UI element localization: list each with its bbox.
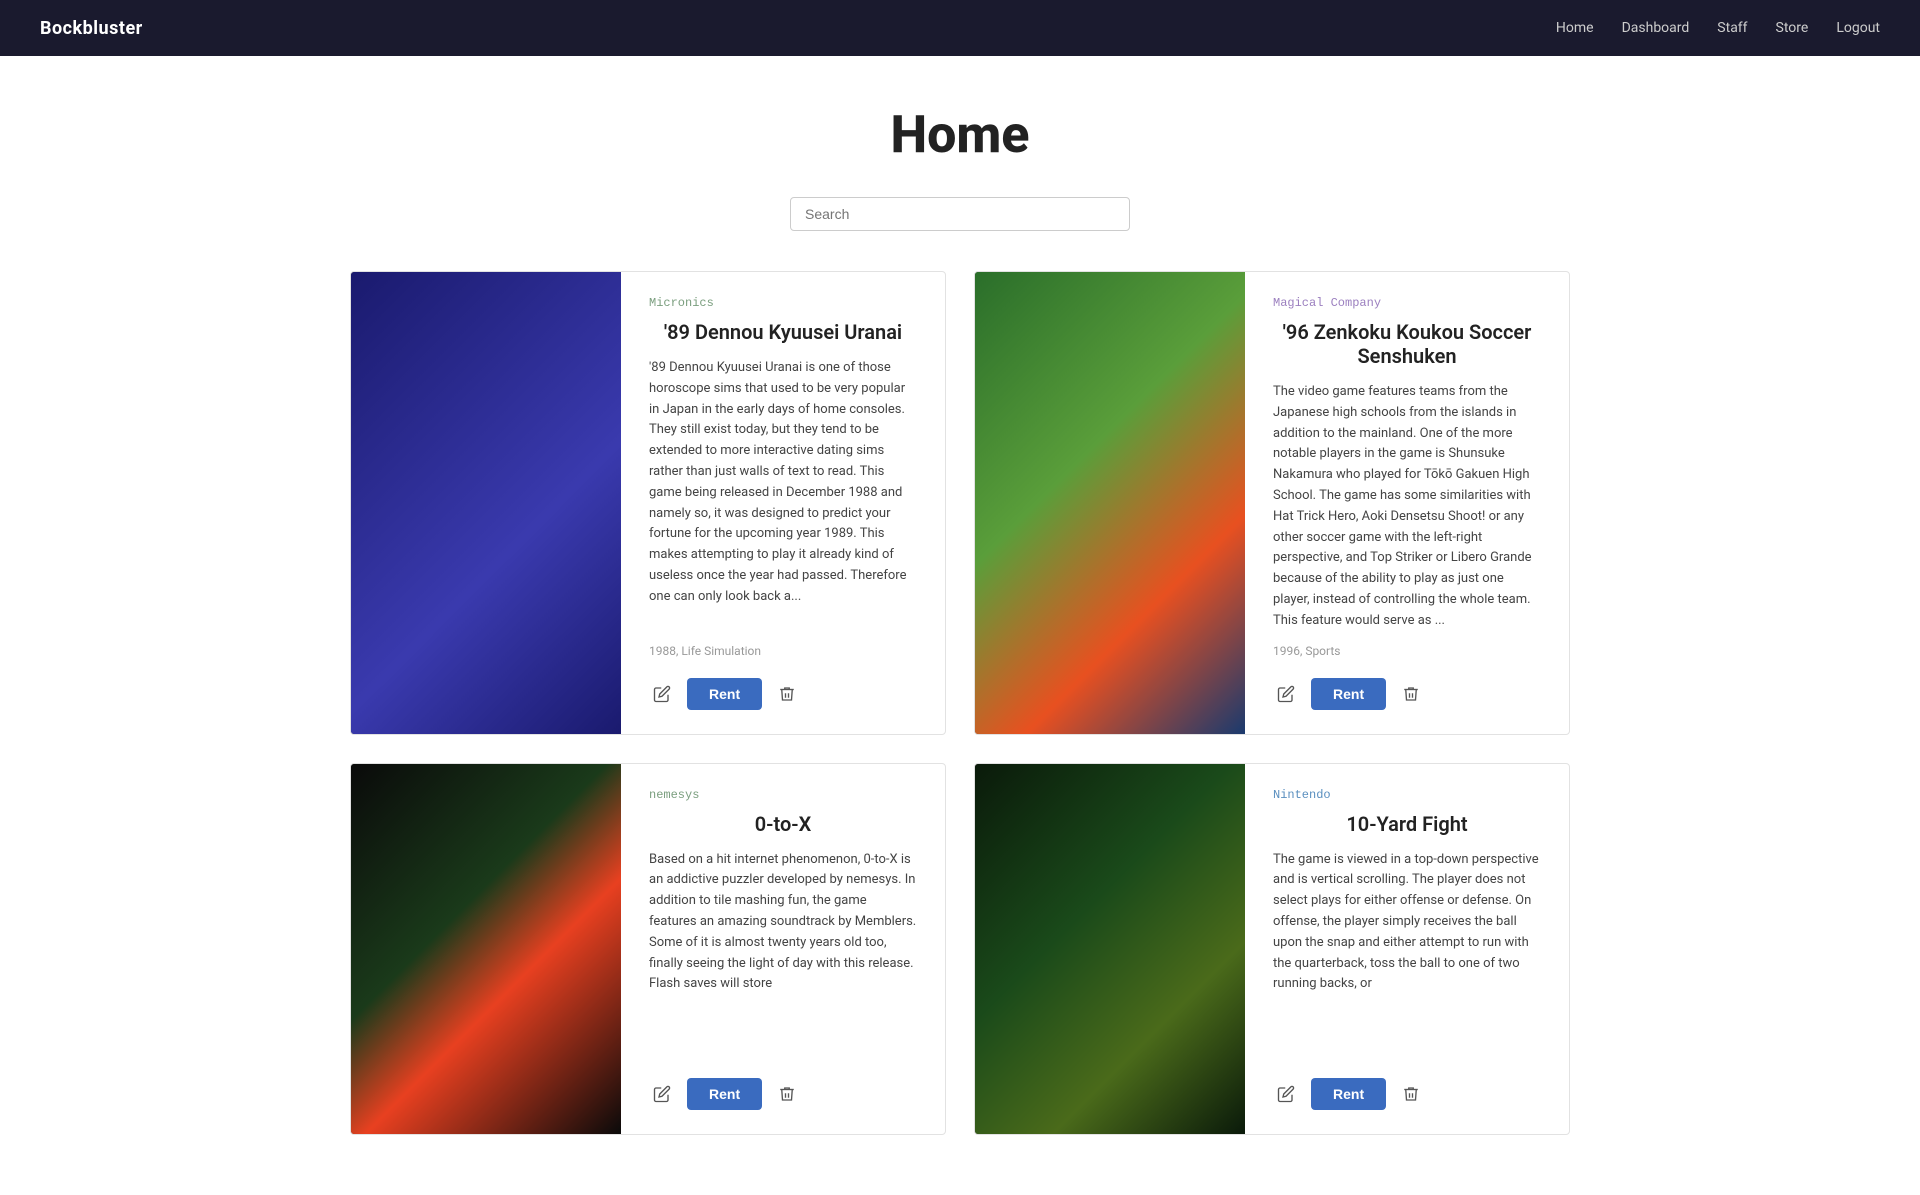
nav-link-dashboard[interactable]: Dashboard	[1622, 20, 1690, 36]
card-actions: Rent	[649, 1078, 917, 1110]
card-description: The game is viewed in a top-down perspec…	[1273, 850, 1541, 1058]
card-grid: Micronics '89 Dennou Kyuusei Uranai '89 …	[310, 271, 1610, 1195]
card-description: Based on a hit internet phenomenon, 0-to…	[649, 850, 917, 1058]
delete-icon	[1402, 685, 1420, 703]
rent-button[interactable]: Rent	[1311, 1078, 1386, 1110]
card-actions: Rent	[1273, 1078, 1541, 1110]
card-body: Nintendo 10-Yard Fight The game is viewe…	[1245, 764, 1569, 1134]
card-body: Micronics '89 Dennou Kyuusei Uranai '89 …	[621, 272, 945, 734]
card-title: '96 Zenkoku Koukou Soccer Senshuken	[1273, 320, 1541, 368]
card-publisher: Magical Company	[1273, 296, 1541, 310]
card-publisher: nemesys	[649, 788, 917, 802]
card-card-96soccer: Magical Company '96 Zenkoku Koukou Socce…	[974, 271, 1570, 735]
delete-button[interactable]	[774, 681, 800, 707]
card-meta: 1988, Life Simulation	[649, 644, 917, 658]
rent-button[interactable]: Rent	[687, 1078, 762, 1110]
card-artwork	[351, 272, 621, 734]
nav-links: Home Dashboard Staff Store Logout	[1556, 20, 1880, 36]
brand-logo: Bockbluster	[40, 18, 143, 39]
card-publisher: Nintendo	[1273, 788, 1541, 802]
card-description: The video game features teams from the J…	[1273, 382, 1541, 632]
card-artwork	[975, 764, 1245, 1134]
delete-icon	[778, 1085, 796, 1103]
card-image	[975, 764, 1245, 1134]
card-card-89dennou: Micronics '89 Dennou Kyuusei Uranai '89 …	[350, 271, 946, 735]
card-title: '89 Dennou Kyuusei Uranai	[649, 320, 917, 344]
nav-link-store[interactable]: Store	[1776, 20, 1809, 36]
edit-icon	[1277, 1085, 1295, 1103]
navbar: Bockbluster Home Dashboard Staff Store Logou…	[0, 0, 1920, 56]
page-title: Home	[0, 104, 1920, 165]
edit-button[interactable]	[649, 681, 675, 707]
card-artwork	[975, 272, 1245, 734]
card-artwork	[351, 764, 621, 1134]
card-image	[975, 272, 1245, 734]
card-title: 10-Yard Fight	[1273, 812, 1541, 836]
edit-icon	[653, 685, 671, 703]
search-input[interactable]	[790, 197, 1130, 231]
delete-icon	[778, 685, 796, 703]
edit-icon	[653, 1085, 671, 1103]
delete-button[interactable]	[774, 1081, 800, 1107]
edit-button[interactable]	[1273, 1081, 1299, 1107]
card-body: Magical Company '96 Zenkoku Koukou Socce…	[1245, 272, 1569, 734]
card-meta: 1996, Sports	[1273, 644, 1541, 658]
card-image	[351, 764, 621, 1134]
card-actions: Rent	[649, 678, 917, 710]
edit-button[interactable]	[649, 1081, 675, 1107]
main-content: Home Micronics '89 Dennou Kyuusei Uranai…	[0, 104, 1920, 1195]
delete-icon	[1402, 1085, 1420, 1103]
card-publisher: Micronics	[649, 296, 917, 310]
search-wrapper	[0, 197, 1920, 231]
nav-link-home[interactable]: Home	[1556, 20, 1594, 36]
card-body: nemesys 0-to-X Based on a hit internet p…	[621, 764, 945, 1134]
rent-button[interactable]: Rent	[1311, 678, 1386, 710]
card-image	[351, 272, 621, 734]
nav-link-logout[interactable]: Logout	[1836, 20, 1880, 36]
rent-button[interactable]: Rent	[687, 678, 762, 710]
delete-button[interactable]	[1398, 681, 1424, 707]
delete-button[interactable]	[1398, 1081, 1424, 1107]
card-description: '89 Dennou Kyuusei Uranai is one of thos…	[649, 358, 917, 632]
card-actions: Rent	[1273, 678, 1541, 710]
card-title: 0-to-X	[649, 812, 917, 836]
nav-link-staff[interactable]: Staff	[1717, 20, 1747, 36]
edit-button[interactable]	[1273, 681, 1299, 707]
edit-icon	[1277, 685, 1295, 703]
card-card-10yard: Nintendo 10-Yard Fight The game is viewe…	[974, 763, 1570, 1135]
card-card-0tox: nemesys 0-to-X Based on a hit internet p…	[350, 763, 946, 1135]
